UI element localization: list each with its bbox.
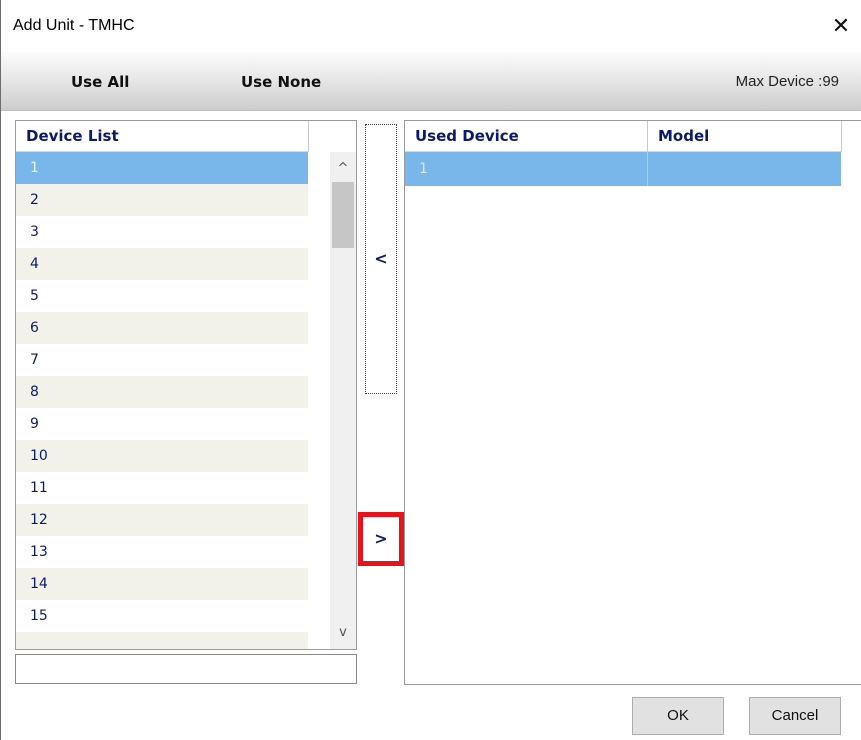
- device-list-item[interactable]: 8: [16, 376, 308, 408]
- use-none-button[interactable]: Use None: [241, 73, 321, 91]
- device-status-field[interactable]: [15, 654, 357, 684]
- used-device-row[interactable]: 1: [405, 152, 841, 186]
- device-list-item-partial: [16, 632, 308, 649]
- max-device-label: Max Device :99: [735, 73, 839, 90]
- ok-button[interactable]: OK: [632, 697, 724, 735]
- device-list-item[interactable]: 5: [16, 280, 308, 312]
- toolbar: Use All Use None Max Device :99: [1, 52, 861, 111]
- header-divider: [841, 121, 842, 152]
- device-list-item[interactable]: 3: [16, 216, 308, 248]
- device-list-item[interactable]: 2: [16, 184, 308, 216]
- used-device-panel: Used Device Model 1: [404, 120, 861, 685]
- device-list-item[interactable]: 14: [16, 568, 308, 600]
- model-cell: [648, 152, 841, 186]
- device-list-item[interactable]: 12: [16, 504, 308, 536]
- device-list-item[interactable]: 7: [16, 344, 308, 376]
- scroll-down-icon[interactable]: v: [330, 622, 356, 644]
- device-list-item[interactable]: 11: [16, 472, 308, 504]
- device-list-item[interactable]: 15: [16, 600, 308, 632]
- device-list-item[interactable]: 10: [16, 440, 308, 472]
- scroll-thumb[interactable]: [332, 182, 354, 248]
- device-list-item[interactable]: 6: [16, 312, 308, 344]
- close-icon[interactable]: ✕: [823, 10, 859, 44]
- add-unit-dialog: Add Unit - TMHC ✕ Use All Use None Max D…: [0, 0, 861, 740]
- used-device-header: Used Device: [405, 121, 647, 152]
- device-list-item[interactable]: 9: [16, 408, 308, 440]
- device-list-header: Device List: [16, 121, 308, 152]
- scroll-up-icon[interactable]: ^: [330, 158, 356, 180]
- remove-device-button[interactable]: <: [365, 124, 397, 394]
- device-list-item[interactable]: 1: [16, 152, 308, 184]
- device-list-item[interactable]: 13: [16, 536, 308, 568]
- use-all-button[interactable]: Use All: [71, 73, 129, 91]
- used-device-cell: 1: [419, 161, 428, 177]
- model-header: Model: [648, 121, 841, 152]
- add-device-button[interactable]: >: [358, 512, 404, 566]
- header-divider: [308, 121, 309, 152]
- device-list-item[interactable]: 4: [16, 248, 308, 280]
- title-bar: Add Unit - TMHC ✕: [1, 0, 861, 52]
- device-list-panel: Device List 1 2 3 4 5 6 7 8 9 10 11 12 1…: [15, 120, 357, 650]
- dialog-title: Add Unit - TMHC: [13, 17, 135, 34]
- cancel-button[interactable]: Cancel: [749, 697, 841, 735]
- device-list-scrollbar[interactable]: ^ v: [330, 152, 356, 649]
